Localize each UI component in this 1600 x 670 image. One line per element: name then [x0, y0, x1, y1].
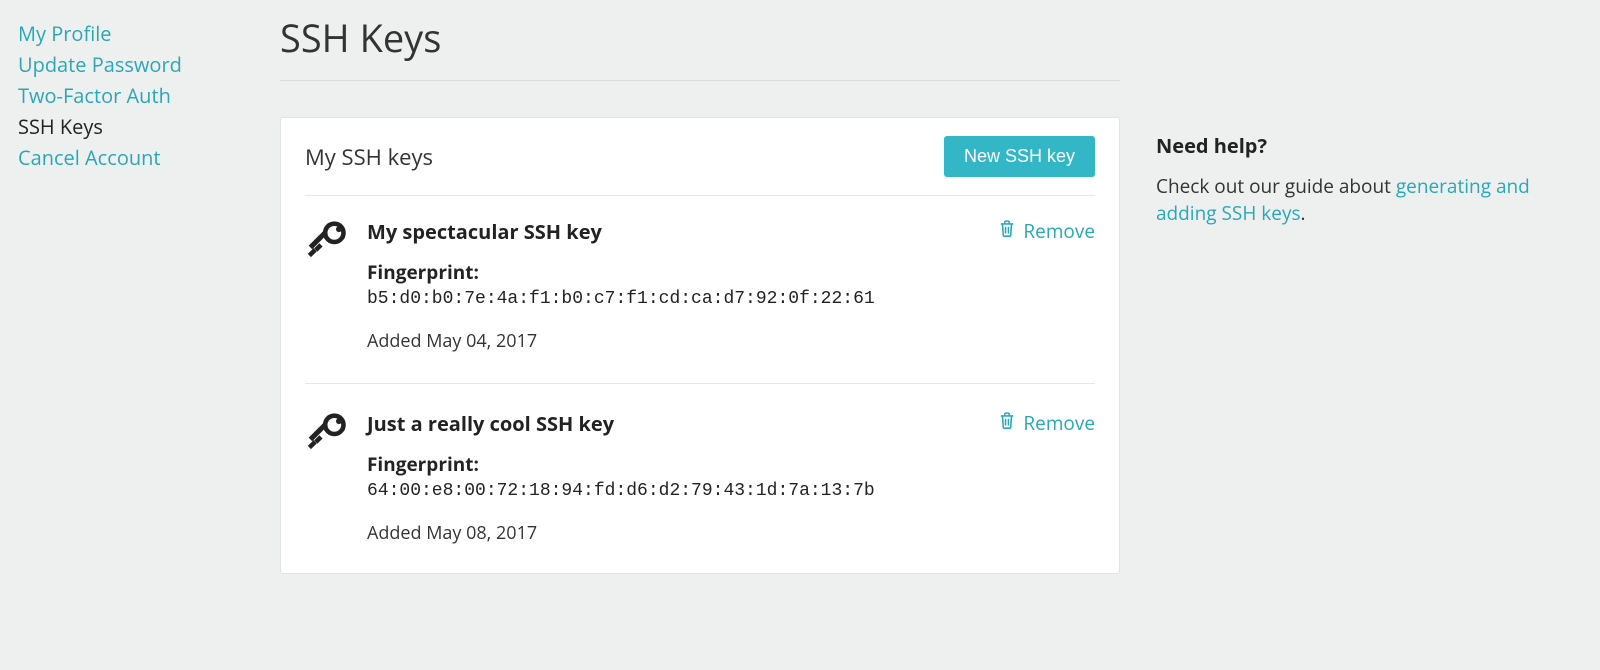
sidebar-item-my-profile[interactable]: My Profile	[18, 18, 280, 49]
sidebar-item-two-factor-auth[interactable]: Two-Factor Auth	[18, 80, 280, 111]
key-icon	[305, 410, 349, 545]
trash-icon	[999, 218, 1015, 244]
fingerprint-label: Fingerprint:	[367, 259, 1095, 285]
main-content: SSH Keys My SSH keys New SSH key	[280, 0, 1120, 574]
title-divider	[280, 80, 1120, 81]
new-ssh-key-button[interactable]: New SSH key	[944, 136, 1095, 177]
help-sidebar: Need help? Check out our guide about gen…	[1120, 0, 1550, 574]
fingerprint-value: b5:d0:b0:7e:4a:f1:b0:c7:f1:cd:ca:d7:92:0…	[367, 289, 1095, 309]
sidebar-item-update-password[interactable]: Update Password	[18, 49, 280, 80]
remove-ssh-key-link[interactable]: Remove	[999, 410, 1095, 436]
fingerprint-value: 64:00:e8:00:72:18:94:fd:d6:d2:79:43:1d:7…	[367, 481, 1095, 501]
help-title: Need help?	[1156, 132, 1550, 159]
panel-title: My SSH keys	[305, 142, 433, 172]
key-icon	[305, 218, 349, 353]
key-divider	[305, 383, 1095, 384]
sidebar: My Profile Update Password Two-Factor Au…	[0, 0, 280, 574]
ssh-keys-panel: My SSH keys New SSH key My specta	[280, 117, 1120, 574]
remove-label: Remove	[1023, 410, 1095, 436]
ssh-key-name: Just a really cool SSH key	[367, 410, 614, 437]
fingerprint-label: Fingerprint:	[367, 451, 1095, 477]
sidebar-item-ssh-keys: SSH Keys	[18, 111, 280, 142]
ssh-key-row: My spectacular SSH key Remove	[305, 218, 1095, 353]
help-text: Check out our guide about generating and…	[1156, 173, 1550, 226]
ssh-key-row: Just a really cool SSH key Remove	[305, 410, 1095, 545]
added-date: Added May 08, 2017	[367, 521, 1095, 545]
panel-header: My SSH keys New SSH key	[305, 136, 1095, 196]
sidebar-item-cancel-account[interactable]: Cancel Account	[18, 142, 280, 173]
trash-icon	[999, 410, 1015, 436]
added-date: Added May 04, 2017	[367, 329, 1095, 353]
remove-label: Remove	[1023, 218, 1095, 244]
ssh-key-name: My spectacular SSH key	[367, 218, 602, 245]
page-title: SSH Keys	[280, 12, 1120, 64]
remove-ssh-key-link[interactable]: Remove	[999, 218, 1095, 244]
